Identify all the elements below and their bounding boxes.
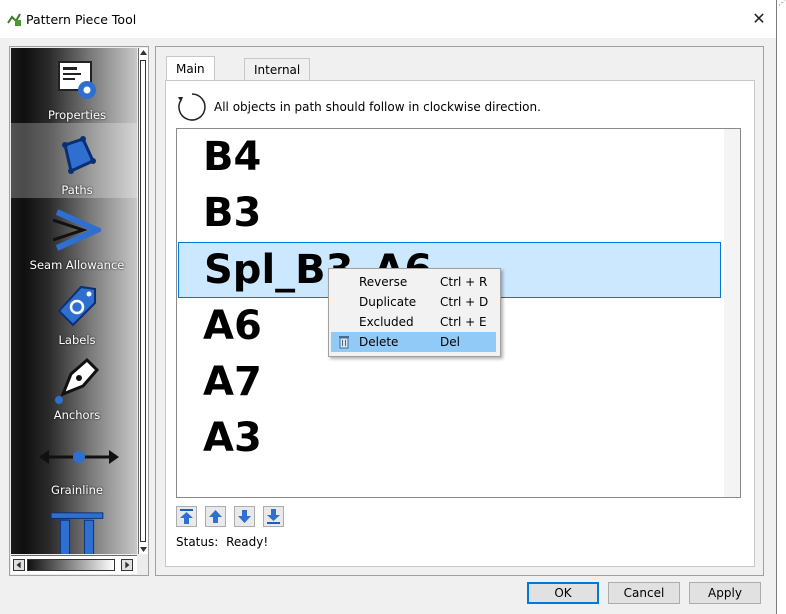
sidebar-vertical-scrollbar[interactable] xyxy=(138,48,148,554)
delete-icon xyxy=(339,336,349,349)
menu-item-shortcut: Ctrl + E xyxy=(440,315,487,329)
move-down-button[interactable] xyxy=(234,506,255,527)
pins-icon xyxy=(50,512,104,554)
menu-item-shortcut: Ctrl + D xyxy=(440,295,489,309)
menu-item-label: Excluded xyxy=(359,315,414,329)
sidebar: Properties Paths Seam Allowance Labels A… xyxy=(9,46,149,576)
seam-allowance-icon xyxy=(53,209,101,251)
menu-item-excluded[interactable]: Excluded Ctrl + E xyxy=(331,312,496,332)
move-top-button[interactable] xyxy=(176,506,197,527)
sidebar-item-grainline[interactable]: Grainline xyxy=(11,423,137,498)
menu-item-delete[interactable]: Delete Del xyxy=(331,332,496,352)
properties-icon xyxy=(58,61,96,99)
scroll-left-icon[interactable] xyxy=(13,559,25,571)
list-item-label: B4 xyxy=(203,134,262,180)
list-item-label: A7 xyxy=(203,359,262,405)
grainline-icon xyxy=(39,450,119,464)
list-item-label: B3 xyxy=(203,190,262,236)
window-title: Pattern Piece Tool xyxy=(26,12,137,27)
ok-button[interactable]: OK xyxy=(527,582,599,604)
sidebar-item-pins[interactable] xyxy=(11,503,137,554)
tab-main-path[interactable]: Main path xyxy=(166,56,215,100)
move-bottom-icon xyxy=(267,509,280,524)
menu-item-label: Duplicate xyxy=(359,295,417,309)
tab-internal-paths[interactable]: Internal paths xyxy=(244,58,311,99)
list-item[interactable]: B3 xyxy=(177,185,723,241)
menu-item-duplicate[interactable]: Duplicate Ctrl + D xyxy=(331,292,496,312)
sidebar-item-properties[interactable]: Properties xyxy=(11,48,137,123)
menu-item-shortcut: Ctrl + R xyxy=(440,275,488,289)
title-bar: Pattern Piece Tool ✕ xyxy=(0,0,776,38)
sidebar-item-label: Labels xyxy=(58,333,96,347)
scroll-thumb[interactable] xyxy=(140,60,146,542)
move-bottom-button[interactable] xyxy=(263,506,284,527)
menu-item-label: Reverse xyxy=(359,275,408,289)
list-item[interactable]: B4 xyxy=(177,129,723,185)
anchors-icon xyxy=(55,357,100,404)
dialog-window: Pattern Piece Tool ✕ Properties Paths Se… xyxy=(0,0,777,614)
status-line: Status: Ready! xyxy=(176,535,268,549)
move-up-icon xyxy=(209,510,222,523)
sidebar-item-labels[interactable]: Labels xyxy=(11,273,137,348)
sidebar-item-anchors[interactable]: Anchors xyxy=(11,348,137,423)
context-menu: Reverse Ctrl + R Duplicate Ctrl + D Excl… xyxy=(328,268,501,357)
move-up-button[interactable] xyxy=(205,506,226,527)
list-item[interactable]: A3 xyxy=(177,410,723,466)
list-item-label: A6 xyxy=(203,303,262,349)
clockwise-icon xyxy=(178,93,206,121)
list-scrollbar[interactable] xyxy=(724,129,740,497)
list-item[interactable]: A7 xyxy=(177,354,723,410)
sidebar-item-label: Seam Allowance xyxy=(29,258,125,272)
apply-button[interactable]: Apply xyxy=(689,582,761,604)
sidebar-item-paths[interactable]: Paths xyxy=(11,123,137,198)
scroll-right-icon[interactable] xyxy=(121,559,133,571)
close-icon: ✕ xyxy=(752,9,766,28)
sidebar-item-seam-allowance[interactable]: Seam Allowance xyxy=(11,198,137,273)
move-down-icon xyxy=(238,510,251,523)
sidebar-list: Properties Paths Seam Allowance Labels A… xyxy=(11,48,137,554)
close-button[interactable]: ✕ xyxy=(745,6,773,32)
menu-item-shortcut: Del xyxy=(440,335,460,349)
sidebar-horizontal-scrollbar[interactable] xyxy=(11,555,137,574)
menu-item-label: Delete xyxy=(359,335,399,349)
status-value: Ready! xyxy=(226,535,269,549)
direction-note: All objects in path should follow in clo… xyxy=(214,100,541,114)
menu-item-reverse[interactable]: Reverse Ctrl + R xyxy=(331,272,496,292)
app-icon xyxy=(7,13,21,26)
paths-icon xyxy=(62,136,96,174)
scroll-down-icon[interactable] xyxy=(139,544,148,554)
sidebar-item-label: Grainline xyxy=(51,483,103,497)
scroll-up-icon[interactable] xyxy=(139,48,148,58)
move-top-icon xyxy=(180,509,193,524)
list-item-label: A3 xyxy=(203,415,262,461)
scroll-thumb[interactable] xyxy=(27,559,115,571)
sidebar-item-label: Properties xyxy=(47,108,107,122)
labels-icon xyxy=(57,285,96,327)
resize-grip-icon[interactable]: ⋰ xyxy=(778,0,786,8)
status-label: Status: xyxy=(176,535,219,549)
cancel-button[interactable]: Cancel xyxy=(608,582,680,604)
sidebar-item-label: Paths xyxy=(61,183,93,197)
sidebar-item-label: Anchors xyxy=(53,408,101,422)
